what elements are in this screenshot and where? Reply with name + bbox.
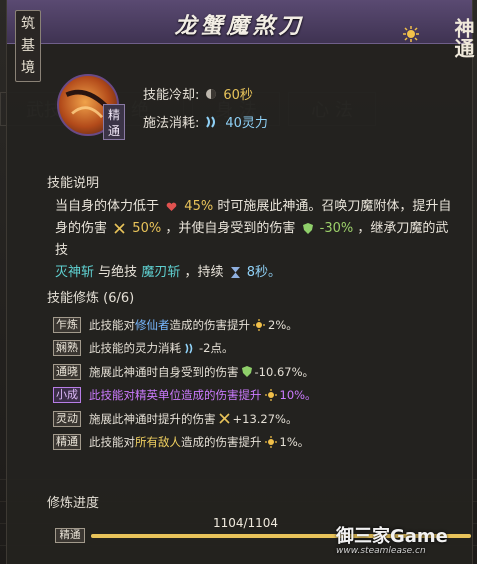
- desc-text: 身的伤害: [55, 221, 108, 236]
- training-tag: 精通: [53, 434, 81, 451]
- training-tag: 小成: [53, 387, 81, 404]
- skill-link-mieshenzhan[interactable]: 灭神斩: [55, 265, 94, 280]
- training-text: 此技能的灵力消耗: [89, 341, 181, 356]
- mastery-tag: 精通: [103, 104, 125, 140]
- spirit-power-icon: [185, 343, 193, 354]
- training-value: 1%。: [279, 435, 310, 450]
- duration: 8秒。: [246, 265, 282, 280]
- shield-icon: [302, 223, 313, 234]
- hourglass-icon: [230, 267, 240, 278]
- training-tag: 通晓: [53, 363, 81, 380]
- training-row: 娴熟 此技能的灵力消耗 -2点。: [53, 337, 463, 360]
- realm-badge: 筑基境: [15, 10, 41, 82]
- spirit-power-icon: [206, 115, 216, 128]
- desc-text: ，并使自身受到的伤害: [165, 221, 296, 236]
- training-keyword: 所有敌人: [135, 435, 181, 450]
- cost-label: 施法消耗:: [143, 116, 200, 131]
- training-tag: 乍炼: [53, 316, 81, 333]
- training-value: 2%。: [268, 317, 298, 332]
- progress-title: 修炼进度: [47, 496, 100, 511]
- training-text: 此技能对: [89, 435, 135, 450]
- skill-tooltip-panel: 龙蟹魔煞刀 筑基境 神通 精通 技能冷却: 60秒 施法消耗: 40灵力 技能说…: [6, 0, 475, 564]
- description-title: 技能说明: [47, 176, 100, 191]
- training-tag: 灵动: [53, 410, 81, 427]
- sun-icon: [264, 389, 277, 402]
- training-tag: 娴熟: [53, 340, 81, 357]
- crossed-swords-icon: [218, 413, 230, 424]
- training-text: 此技能对精英单位造成的伤害提升: [89, 388, 262, 403]
- heart-icon: [166, 202, 177, 211]
- training-row: 乍炼 此技能对 修仙者 造成的伤害提升 2%。: [53, 313, 463, 336]
- training-text: 此技能对: [89, 317, 135, 332]
- cooldown-row: 技能冷却: 60秒: [143, 84, 253, 103]
- cost-row: 施法消耗: 40灵力: [143, 112, 268, 131]
- training-list: 乍炼 此技能对 修仙者 造成的伤害提升 2%。 娴熟 此技能的灵力消耗 -2点。…: [53, 313, 463, 454]
- training-row: 小成 此技能对精英单位造成的伤害提升 10%。: [53, 384, 463, 407]
- skill-link-morenzhan[interactable]: 魔刃斩: [141, 265, 180, 280]
- training-keyword: 修仙者: [135, 317, 170, 332]
- hp-threshold: 45%: [184, 199, 214, 214]
- training-title: 技能修炼 (6/6): [47, 291, 135, 306]
- training-text: 造成的伤害提升: [169, 317, 251, 332]
- skill-type-tag: 神通: [451, 18, 475, 58]
- cooldown-value: 60秒: [223, 88, 253, 103]
- watermark-sub: www.steamlease.cn: [336, 546, 426, 556]
- cost-value: 40灵力: [225, 116, 268, 131]
- training-row: 通晓 施展此神通时自身受到的伤害 -10.67%。: [53, 360, 463, 383]
- damage-reduction: -30%: [319, 221, 354, 236]
- sun-icon: [264, 436, 277, 449]
- sun-icon: [253, 318, 265, 331]
- training-value: +13.27%。: [232, 411, 298, 426]
- damage-bonus: 50%: [132, 221, 162, 236]
- sun-icon: [403, 26, 419, 42]
- training-value: -10.67%。: [254, 364, 315, 379]
- training-value: 10%。: [279, 388, 317, 403]
- skill-description: 当自身的体力低于 45% 时可施展此神通。召唤刀魔附体，提升自 身的伤害 50%…: [55, 196, 455, 284]
- site-watermark: 御三家Game www.steamlease.cn: [336, 522, 472, 560]
- cooldown-label: 技能冷却:: [143, 88, 200, 103]
- crossed-swords-icon: [114, 223, 125, 234]
- progress-tag: 精通: [55, 528, 85, 543]
- clock-icon: [206, 88, 217, 99]
- training-value: -2点。: [199, 341, 234, 356]
- training-row: 灵动 施展此神通时提升的伤害 +13.27%。: [53, 407, 463, 430]
- desc-text: 当自身的体力低于: [55, 199, 160, 214]
- training-text: 造成的伤害提升: [181, 435, 262, 450]
- desc-text: ，持续: [184, 265, 224, 280]
- watermark-main: 御三家Game: [336, 526, 448, 547]
- training-text: 施展此神通时自身受到的伤害: [89, 364, 239, 379]
- desc-text: 时可施展此神通。召唤刀魔附体，提升自: [217, 199, 452, 214]
- desc-text: 与绝技: [98, 265, 138, 280]
- training-text: 施展此神通时提升的伤害: [89, 411, 216, 426]
- training-row: 精通 此技能对 所有敌人 造成的伤害提升 1%。: [53, 431, 463, 454]
- shield-icon: [241, 366, 252, 378]
